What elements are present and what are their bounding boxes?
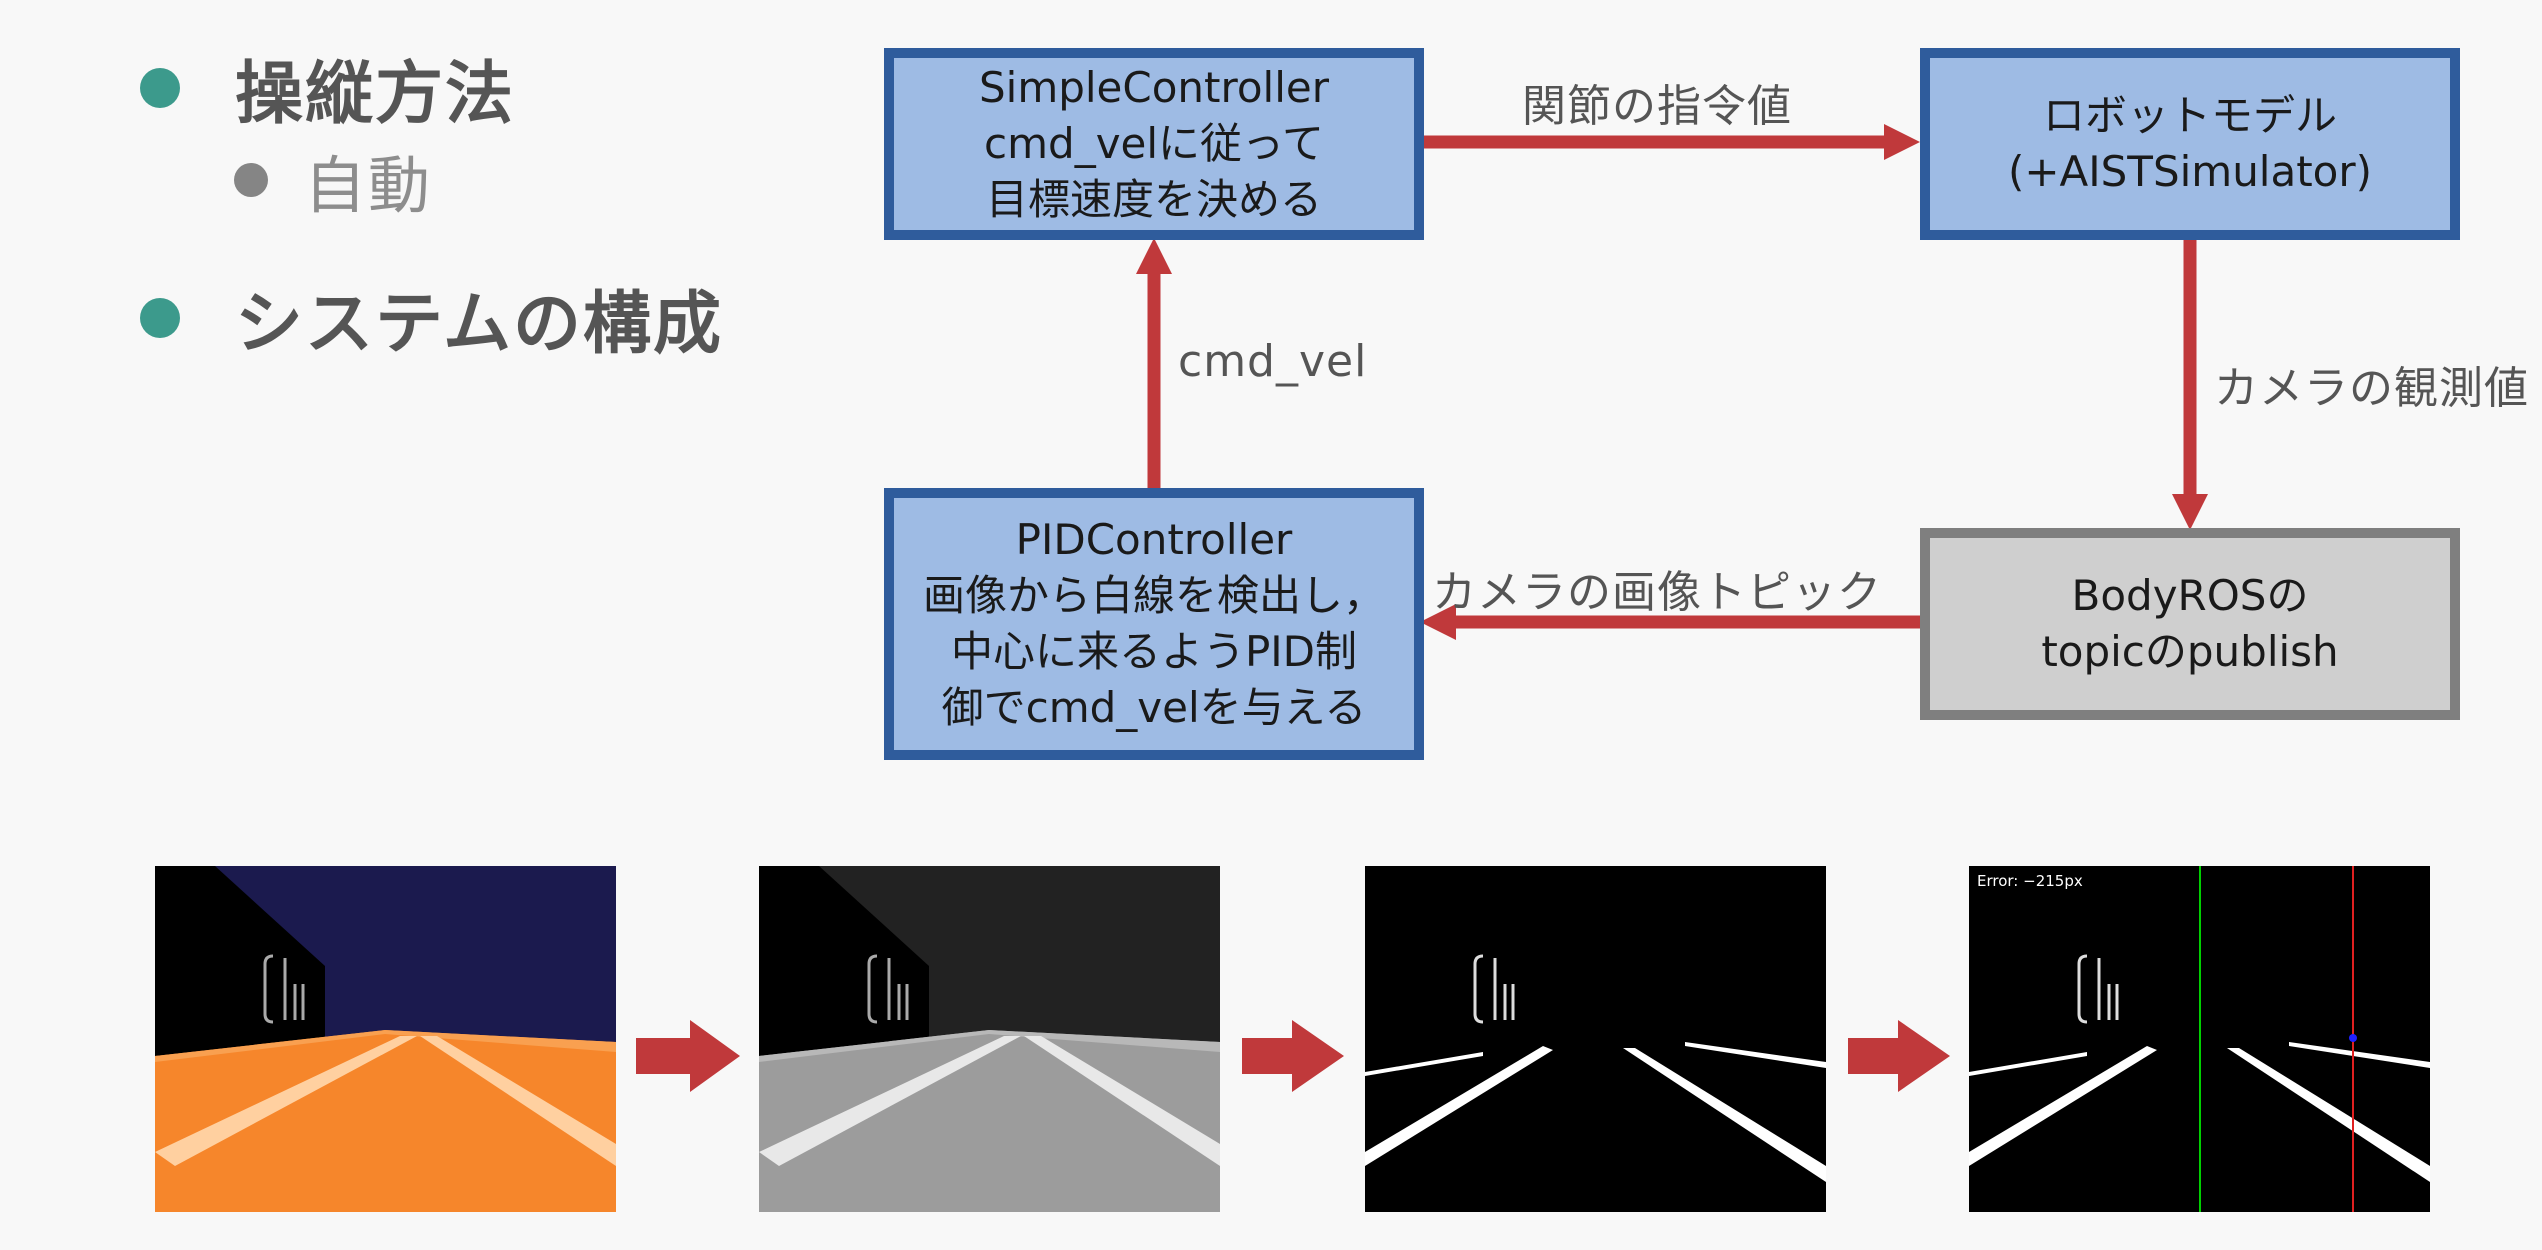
binary-lane-image: [1365, 866, 1826, 1212]
label-camera-observation: カメラの観測値: [2214, 363, 2529, 414]
label-camera-image-topic: カメラの画像トピック: [1432, 567, 1882, 618]
error-readout: Error: −215px: [1977, 872, 2083, 890]
node-bodyros-line2: topicのpublish: [2041, 627, 2339, 676]
node-simple-controller: SimpleController cmd_velに従って 目標速度を決める: [884, 48, 1424, 240]
node-robot-model: ロボットモデル (+AISTSimulator): [1920, 48, 2460, 240]
arrowhead-cmd-vel: [1136, 238, 1172, 274]
arrow-step-2: [1242, 1020, 1344, 1092]
arrow-step-3: [1848, 1020, 1950, 1092]
node-bodyros: BodyROSの topicのpublish: [1920, 528, 2460, 720]
camera-gray-image: [759, 866, 1220, 1212]
node-robot-line2: (+AISTSimulator): [2007, 147, 2373, 196]
node-robot-line1: ロボットモデル: [2042, 91, 2337, 140]
lane-error-image: Error: −215px: [1969, 866, 2430, 1212]
node-simple-line1: SimpleController: [978, 63, 1329, 112]
node-simple-line3: 目標速度を決める: [985, 175, 1322, 224]
node-pid-line1: PIDController: [1015, 515, 1293, 564]
node-simple-line2: cmd_velに従って: [984, 119, 1324, 168]
arrow-step-1: [636, 1020, 740, 1092]
node-pid-line4: 御でcmd_velを与える: [941, 683, 1367, 732]
label-joint-command: 関節の指令値: [1522, 81, 1792, 132]
node-pid-line3: 中心に来るようPID制: [950, 627, 1358, 676]
label-cmd-vel: cmd_vel: [1178, 336, 1368, 387]
arrowhead-camera-observation: [2172, 494, 2208, 530]
node-pid-line2: 画像から白線を検出し，: [922, 571, 1385, 620]
camera-color-image: [155, 866, 616, 1212]
arrowhead-joint-command: [1884, 124, 1920, 160]
node-pid-controller: PIDController 画像から白線を検出し， 中心に来るようPID制 御で…: [884, 488, 1424, 760]
node-bodyros-line1: BodyROSの: [2071, 571, 2309, 620]
